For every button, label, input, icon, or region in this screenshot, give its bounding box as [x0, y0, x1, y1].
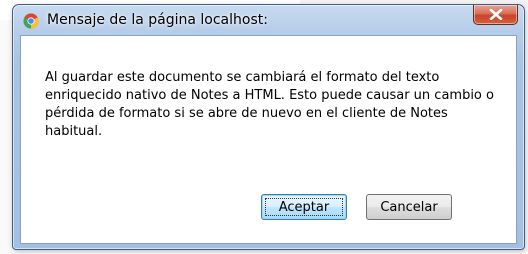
dialog-titlebar[interactable]: Mensaje de la página localhost:: [13, 5, 524, 35]
accept-button-label: Aceptar: [278, 199, 330, 215]
dialog-button-row: Aceptar Cancelar: [21, 183, 516, 243]
close-button[interactable]: [473, 5, 518, 25]
accept-button[interactable]: Aceptar: [261, 194, 347, 220]
background-page-edge: [0, 20, 12, 254]
alert-dialog: Mensaje de la página localhost: Al guard…: [12, 4, 525, 250]
dialog-body: Al guardar este documento se cambiará el…: [20, 35, 517, 244]
close-icon: [489, 9, 503, 20]
dialog-title: Mensaje de la página localhost:: [47, 12, 268, 28]
screen: Mensaje de la página localhost: Al guard…: [0, 0, 528, 254]
dialog-message: Al guardar este documento se cambiará el…: [45, 70, 494, 139]
cancel-button-label: Cancelar: [380, 199, 438, 215]
chrome-icon: [23, 13, 39, 29]
cancel-button[interactable]: Cancelar: [366, 194, 452, 220]
